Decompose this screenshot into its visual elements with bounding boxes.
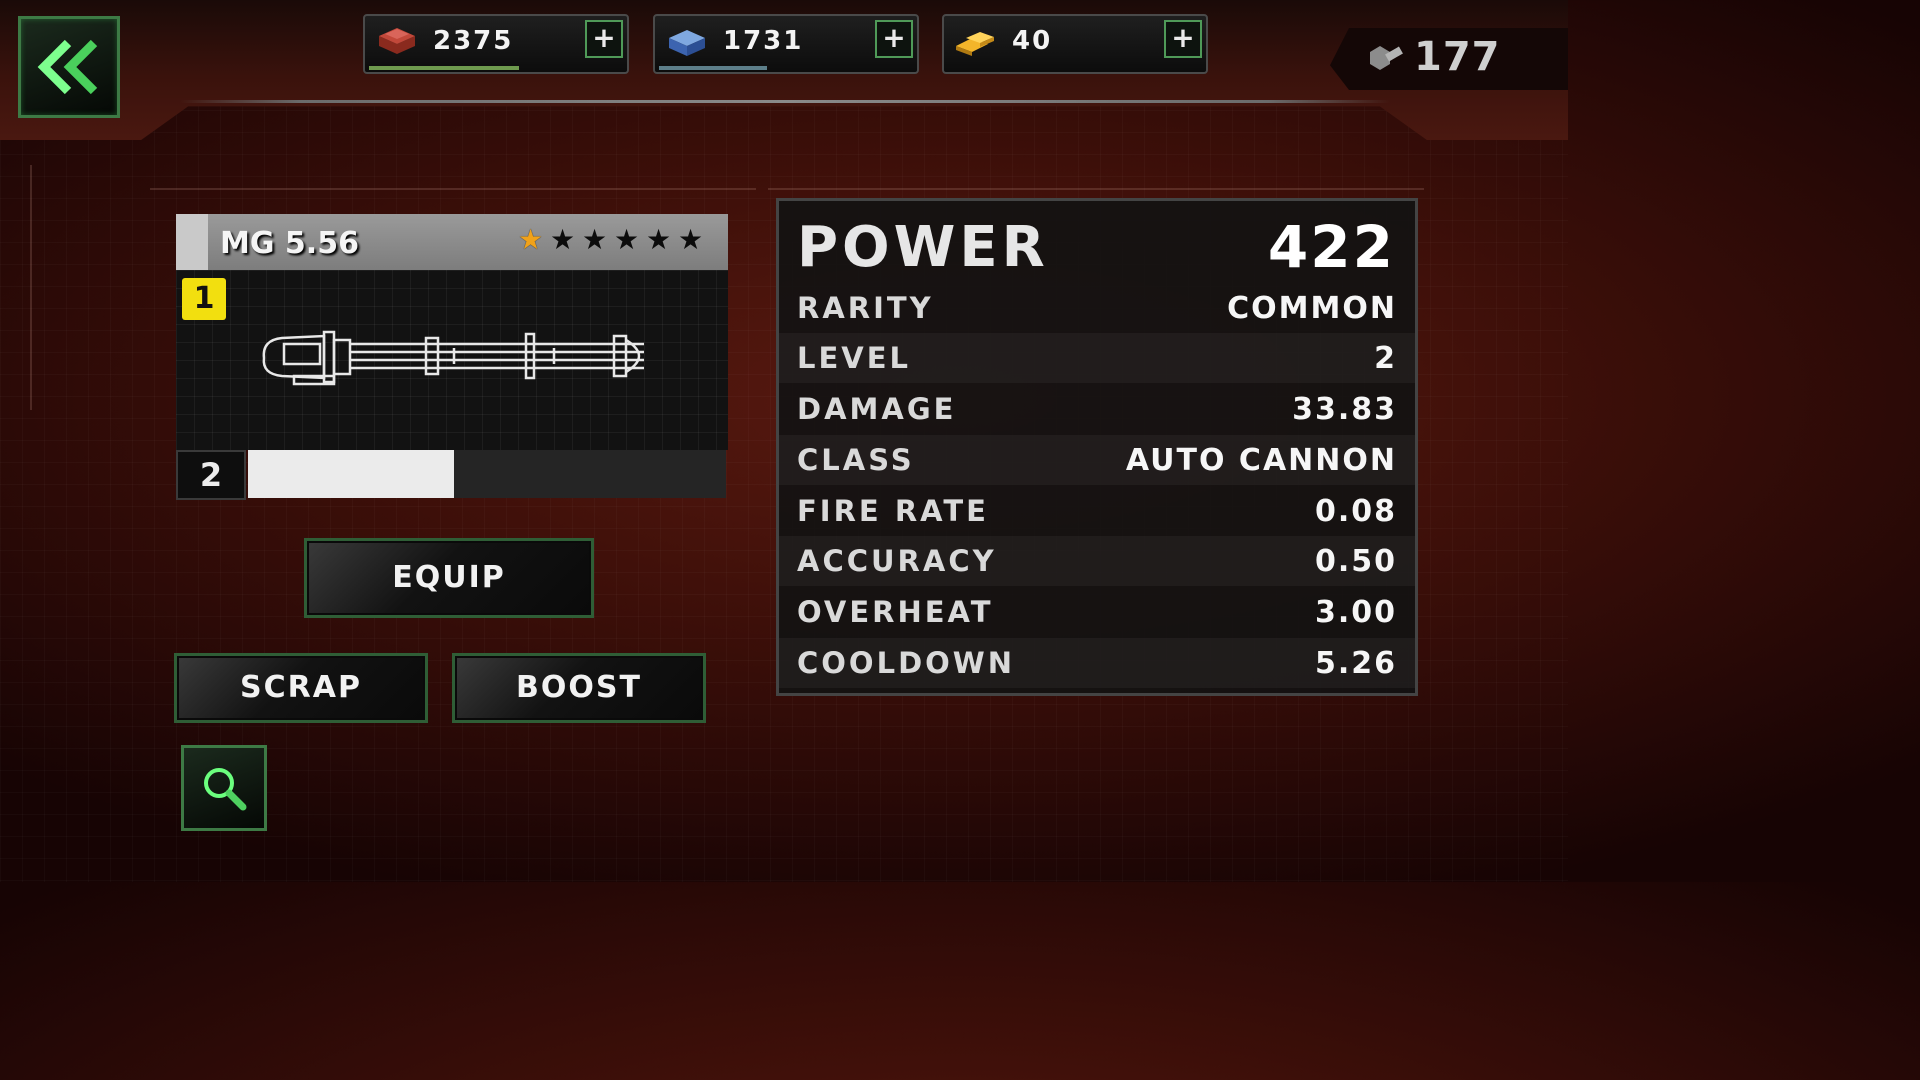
add-crates-button[interactable]: + [875,20,913,58]
scrap-button[interactable]: SCRAP [174,653,428,723]
star-empty-icon: ★ [678,223,704,256]
gold-amount: 40 [1012,26,1053,56]
stat-label: DAMAGE [797,392,957,426]
stat-row-damage: DAMAGE 33.83 [779,384,1415,434]
bolt-icon [1370,46,1403,70]
power-row: POWER 422 [779,201,1415,285]
equip-button[interactable]: EQUIP [304,538,594,618]
stat-value: AUTO CANNON [1125,443,1397,478]
stat-row-level: LEVEL 2 [779,333,1415,383]
stat-row-class: CLASS AUTO CANNON [779,435,1415,485]
weapon-card-header: MG 5.56 ★ ★ ★ ★ ★ ★ [176,214,728,270]
stat-row-accuracy: ACCURACY 0.50 [779,536,1415,586]
xp-progress-bar [248,450,726,498]
weapon-name: MG 5.56 [220,226,359,261]
stat-value: COMMON [1227,291,1397,326]
stat-value: 3.00 [1314,595,1397,630]
crates-progress-bar [659,66,767,70]
stat-row-overheat: OVERHEAT 3.00 [779,587,1415,637]
crates-amount: 1731 [723,26,804,56]
header-tab [176,214,208,270]
star-empty-icon: ★ [646,223,672,256]
star-empty-icon: ★ [614,223,640,256]
currency-gold: 40 + [942,14,1208,74]
steel-amount: 2375 [433,26,514,56]
stat-label: COOLDOWN [797,646,1016,680]
steel-progress-bar [369,66,519,70]
stat-row-rarity: RARITY COMMON [779,283,1415,333]
tier-badge: 1 [182,278,226,320]
weapon-card[interactable]: MG 5.56 ★ ★ ★ ★ ★ ★ 1 2 [176,214,728,500]
power-value: 422 [1267,213,1395,281]
stat-label: CLASS [797,443,915,477]
currency-steel: 2375 + [363,14,629,74]
stat-label: FIRE RATE [797,494,989,528]
bolts-amount: 177 [1414,34,1501,80]
star-empty-icon: ★ [550,223,576,256]
star-filled-icon: ★ [518,223,544,256]
frame-line [150,188,756,190]
stat-row-cooldown: COOLDOWN 5.26 [779,638,1415,688]
weapon-preview: 1 [176,270,728,450]
double-chevron-left-icon [37,39,98,95]
stat-value: 0.08 [1314,494,1397,529]
machine-gun-icon [262,330,644,386]
stat-value: 33.83 [1292,392,1397,427]
star-rating: ★ ★ ★ ★ ★ ★ [518,226,706,254]
back-button[interactable] [18,16,120,118]
star-empty-icon: ★ [582,223,608,256]
stat-label: RARITY [797,291,934,325]
frame-line [30,165,32,410]
blue-crate-icon [669,30,705,56]
xp-progress-fill [248,450,454,498]
stat-value: 2 [1374,341,1397,376]
stat-row-fire-rate: FIRE RATE 0.08 [779,486,1415,536]
magnifier-icon [204,768,247,811]
stat-value: 5.26 [1314,646,1397,681]
stat-label: LEVEL [797,341,912,375]
frame-line [768,188,1424,190]
weapon-level: 2 [176,450,246,500]
bolts-counter: 177 [1330,28,1568,90]
stat-value: 0.50 [1314,544,1397,579]
stat-label: ACCURACY [797,544,997,578]
currency-crates: 1731 + [653,14,919,74]
inspect-button[interactable] [181,745,267,831]
stat-label: OVERHEAT [797,595,994,629]
stats-panel: POWER 422 RARITY COMMON LEVEL 2 DAMAGE 3… [776,198,1418,696]
add-steel-button[interactable]: + [585,20,623,58]
power-label: POWER [797,215,1049,280]
boost-button[interactable]: BOOST [452,653,706,723]
top-bar-divider [180,100,1390,103]
gold-bars-icon [956,32,994,56]
steel-ingot-icon [379,28,415,54]
add-gold-button[interactable]: + [1164,20,1202,58]
